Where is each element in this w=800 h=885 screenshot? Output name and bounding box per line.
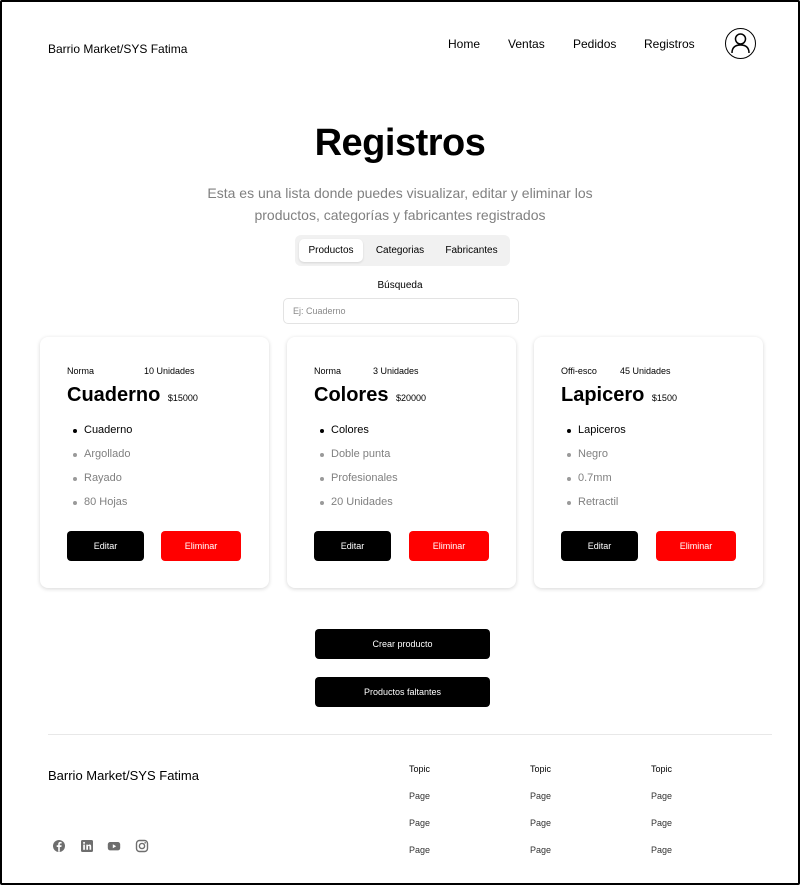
product-name: Colores $20000	[314, 384, 426, 407]
footer-topic: Topic	[409, 764, 431, 774]
user-avatar-button[interactable]	[725, 28, 756, 59]
feature-item: Retractil	[561, 495, 626, 519]
footer-page-link[interactable]: Page	[409, 818, 430, 828]
search-label: Búsqueda	[377, 280, 423, 291]
tab-bar: Productos Categorias Fabricantes	[295, 235, 510, 266]
youtube-icon[interactable]	[107, 839, 121, 853]
footer-page-link[interactable]: Page	[409, 791, 430, 801]
product-features: Lapiceros Negro 0.7mm Retractil	[561, 423, 626, 519]
delete-button[interactable]: Eliminar	[409, 531, 489, 561]
page-subtitle: Esta es una lista donde puedes visualiza…	[192, 182, 608, 226]
feature-item: Profesionales	[314, 471, 398, 495]
product-units: 45 Unidades	[620, 366, 671, 376]
tab-productos[interactable]: Productos	[299, 239, 363, 262]
tab-fabricantes[interactable]: Fabricantes	[437, 239, 506, 262]
edit-button[interactable]: Editar	[561, 531, 638, 561]
linkedin-icon[interactable]	[80, 839, 94, 853]
subtitle-line-1: Esta es una lista donde puedes visualiza…	[207, 185, 593, 201]
product-name-text: Colores	[314, 384, 389, 406]
footer-page-link[interactable]: Page	[409, 845, 430, 855]
footer-divider	[48, 734, 772, 735]
product-card-cuaderno: Norma 10 Unidades Cuaderno $15000 Cuader…	[40, 337, 269, 588]
edit-button[interactable]: Editar	[67, 531, 144, 561]
feature-item: 80 Hojas	[67, 495, 132, 519]
product-card-lapicero: Offi-esco 45 Unidades Lapicero $1500 Lap…	[534, 337, 763, 588]
product-price: $15000	[167, 393, 198, 403]
feature-item: Colores	[314, 423, 398, 447]
product-units: 10 Unidades	[144, 366, 195, 376]
footer-page-link[interactable]: Page	[530, 818, 551, 828]
footer-brand: Barrio Market/SYS Fatima	[48, 768, 199, 783]
tab-categorias[interactable]: Categorias	[367, 239, 433, 262]
product-card-colores: Norma 3 Unidades Colores $20000 Colores …	[287, 337, 516, 588]
footer-topic: Topic	[651, 764, 673, 774]
delete-button[interactable]: Eliminar	[161, 531, 241, 561]
product-category: Norma	[314, 366, 342, 376]
footer-page-link[interactable]: Page	[651, 791, 672, 801]
page-title: Registros	[314, 122, 486, 164]
feature-item: Lapiceros	[561, 423, 626, 447]
search-input[interactable]	[283, 298, 519, 324]
subtitle-line-2: productos, categorías y fabricantes regi…	[254, 207, 546, 223]
missing-products-button[interactable]: Productos faltantes	[315, 677, 490, 707]
edit-button[interactable]: Editar	[314, 531, 391, 561]
product-category: Norma	[67, 366, 95, 376]
product-name-text: Lapicero	[561, 384, 645, 406]
brand-logo[interactable]: Barrio Market/SYS Fatima	[48, 42, 187, 56]
product-name: Lapicero $1500	[561, 384, 677, 407]
nav-registros[interactable]: Registros	[644, 37, 695, 51]
feature-item: 20 Unidades	[314, 495, 398, 519]
feature-item: Cuaderno	[67, 423, 132, 447]
feature-item: Argollado	[67, 447, 132, 471]
feature-item: Negro	[561, 447, 626, 471]
footer-topic: Topic	[530, 764, 552, 774]
instagram-icon[interactable]	[135, 839, 149, 853]
feature-item: 0.7mm	[561, 471, 626, 495]
product-category: Offi-esco	[561, 366, 597, 376]
footer-page-link[interactable]: Page	[651, 845, 672, 855]
footer-page-link[interactable]: Page	[530, 791, 551, 801]
user-icon	[731, 33, 750, 54]
product-price: $1500	[651, 393, 677, 403]
nav-ventas[interactable]: Ventas	[508, 37, 545, 51]
nav-home[interactable]: Home	[448, 37, 480, 51]
create-product-button[interactable]: Crear producto	[315, 629, 490, 659]
product-units: 3 Unidades	[373, 366, 419, 376]
product-features: Cuaderno Argollado Rayado 80 Hojas	[67, 423, 132, 519]
product-features: Colores Doble punta Profesionales 20 Uni…	[314, 423, 398, 519]
product-price: $20000	[396, 393, 427, 403]
delete-button[interactable]: Eliminar	[656, 531, 736, 561]
footer-page-link[interactable]: Page	[530, 845, 551, 855]
footer-page-link[interactable]: Page	[651, 818, 672, 828]
feature-item: Doble punta	[314, 447, 398, 471]
product-name: Cuaderno $15000	[67, 384, 198, 407]
nav-pedidos[interactable]: Pedidos	[573, 37, 616, 51]
feature-item: Rayado	[67, 471, 132, 495]
page-frame: Barrio Market/SYS Fatima Home Ventas Ped…	[0, 0, 800, 885]
product-name-text: Cuaderno	[67, 384, 161, 406]
facebook-icon[interactable]	[52, 839, 66, 853]
